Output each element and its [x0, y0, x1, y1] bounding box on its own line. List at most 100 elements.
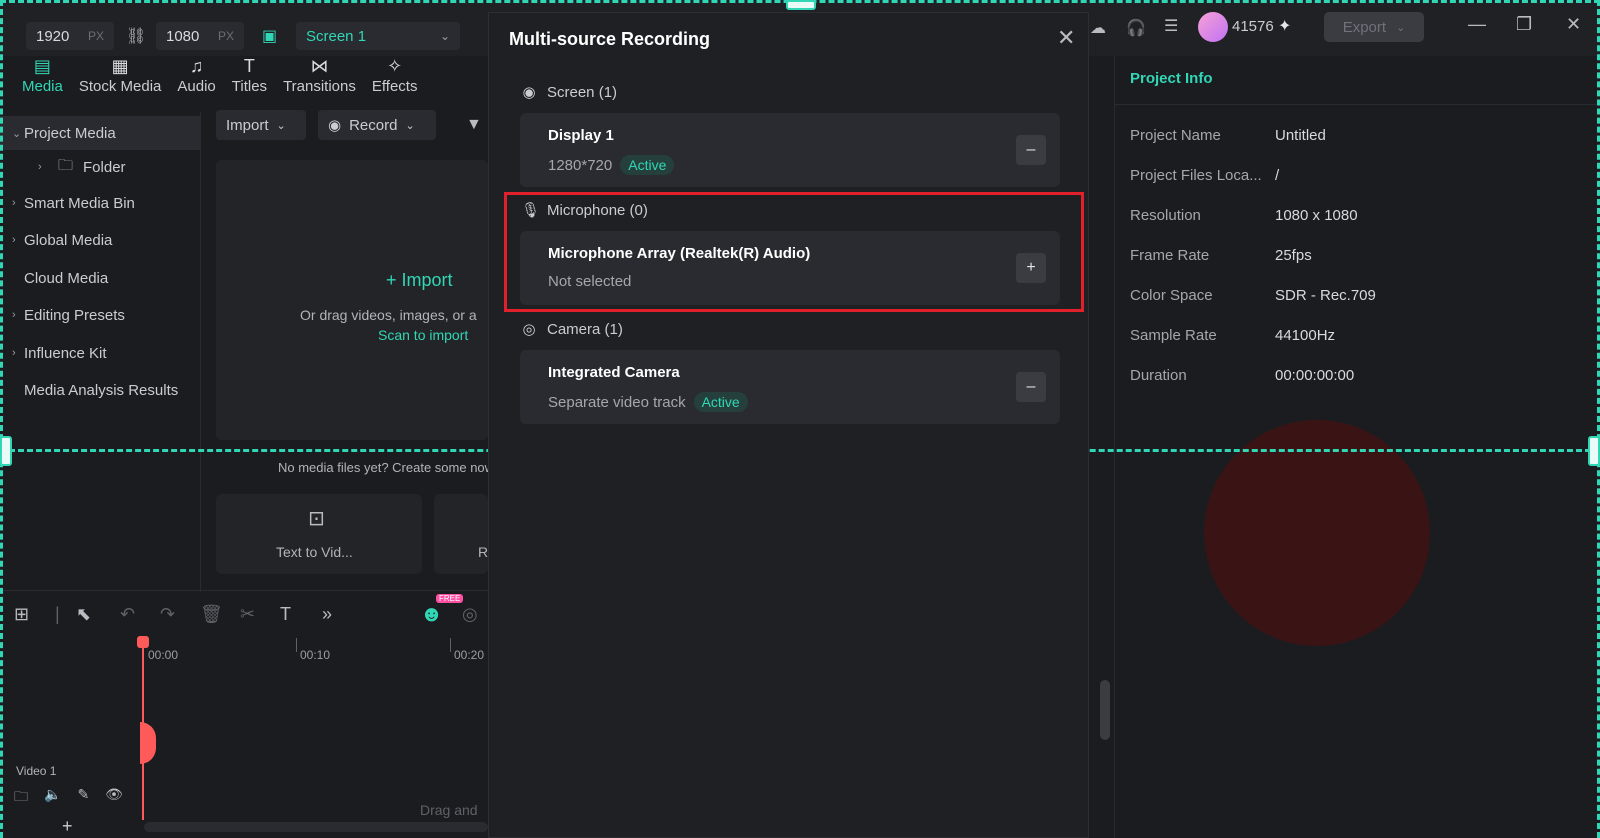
wand-icon[interactable]: ✎	[77, 786, 89, 810]
eye-icon[interactable]: 👁	[105, 786, 123, 810]
chevron-right-icon: ›	[12, 197, 16, 209]
tab-transitions[interactable]: ⋈ Transitions	[275, 56, 364, 100]
sidebar-item-label: Global Media	[24, 231, 113, 249]
camera-details: Separate video track Active	[548, 392, 748, 412]
dialog-title: Multi-source Recording	[509, 29, 711, 49]
tab-label: Media	[22, 78, 63, 95]
recording-frame-left	[0, 0, 3, 838]
playhead-handle[interactable]	[137, 636, 149, 648]
second-card[interactable]: R	[434, 494, 488, 574]
frame-handle-right[interactable]	[1588, 436, 1600, 466]
restore-icon[interactable]: ❐	[1516, 14, 1532, 35]
remove-camera-button[interactable]: –	[1016, 372, 1046, 402]
free-badge: FREE	[436, 594, 464, 603]
cloud-icon[interactable]: ☁	[1090, 18, 1106, 38]
ruler-label: 00:10	[300, 648, 331, 662]
chevron-down-icon: ⌄	[405, 119, 415, 132]
scissors-icon[interactable]: ✂	[240, 604, 255, 625]
layout-icon[interactable]: ▣	[262, 26, 277, 46]
section-label: Screen (1)	[547, 83, 618, 101]
tab-effects[interactable]: ✧ Effects	[364, 56, 426, 100]
record-icon: ◉	[328, 117, 342, 134]
undo-icon[interactable]: ↶	[120, 604, 135, 625]
stock-media-icon: ▦	[111, 56, 129, 76]
playhead-marker[interactable]	[140, 722, 156, 764]
resolution-value: 1080 x 1080	[1275, 207, 1358, 224]
tab-titles[interactable]: T Titles	[224, 56, 275, 100]
link-icon[interactable]: ⛓	[126, 26, 146, 46]
folder-icon[interactable]: 🗀	[14, 786, 28, 810]
tab-media[interactable]: ▤ Media	[14, 56, 71, 100]
track-label: Video 1	[16, 764, 57, 778]
export-label: Export	[1342, 18, 1387, 36]
sample-rate-label: Sample Rate	[1130, 327, 1217, 344]
folder-icon: 🗀	[58, 156, 74, 174]
delete-icon[interactable]: 🗑	[200, 604, 223, 625]
plus-icon: +	[386, 270, 397, 290]
add-track-icon[interactable]: +	[62, 816, 73, 837]
import-drop-area[interactable]	[216, 160, 488, 440]
track-controls: 🗀 🔈 ✎ 👁	[14, 786, 123, 810]
sidebar-item-folder[interactable]: › 🗀 Folder	[0, 150, 200, 184]
text-tool-icon[interactable]: T	[280, 604, 291, 625]
width-unit: PX	[87, 29, 104, 43]
transition-icon: ⋈	[310, 56, 329, 76]
menu-icon[interactable]: ☰	[1164, 16, 1178, 36]
speed-icon[interactable]: ◎	[462, 604, 478, 625]
tab-label: Stock Media	[78, 78, 162, 95]
close-icon[interactable]: ✕	[1057, 27, 1075, 49]
tab-label: Titles	[231, 78, 268, 95]
screen-select-value: Screen 1	[306, 27, 367, 45]
ai-robot-icon[interactable]: ☻	[420, 601, 443, 627]
headset-icon[interactable]: 🎧	[1126, 18, 1146, 38]
speaker-icon[interactable]: 🔈	[44, 786, 61, 810]
duration-value: 00:00:00:00	[1275, 367, 1355, 384]
import-button[interactable]: Import ⌄	[216, 110, 306, 140]
avatar[interactable]	[1198, 12, 1228, 42]
close-window-icon[interactable]: ✕	[1566, 14, 1581, 35]
sidebar-item-influence-kit[interactable]: › Influence Kit	[0, 336, 200, 370]
more-icon[interactable]: »	[322, 604, 332, 625]
ruler-label: 00:00	[148, 648, 179, 662]
color-space-label: Color Space	[1130, 287, 1213, 304]
tab-stock-media[interactable]: ▦ Stock Media	[71, 56, 170, 100]
vertical-scrollbar[interactable]	[1100, 680, 1110, 740]
sidebar-item-global-media[interactable]: › Global Media	[0, 223, 200, 257]
sidebar-item-cloud-media[interactable]: Cloud Media	[0, 261, 200, 295]
section-label: Camera (1)	[547, 320, 623, 338]
sidebar-item-label: Smart Media Bin	[24, 194, 135, 212]
tab-label: Audio	[177, 78, 216, 95]
sidebar-item-project-media[interactable]: ⌄ Project Media	[0, 116, 200, 150]
height-input[interactable]: 1080 PX	[156, 22, 244, 50]
sidebar-item-editing-presets[interactable]: › Editing Presets	[0, 298, 200, 332]
display-resolution: 1280*720	[548, 156, 613, 174]
scan-to-import-link[interactable]: Scan to import	[378, 327, 468, 343]
tab-audio[interactable]: ♫ Audio	[169, 56, 223, 100]
card-label: Text to Vid...	[276, 544, 353, 560]
pin-icon[interactable]: ▼	[466, 116, 482, 134]
remove-display-button[interactable]: –	[1016, 135, 1046, 165]
timeline-scrollbar[interactable]	[144, 822, 488, 832]
minimize-icon[interactable]: —	[1468, 14, 1486, 35]
ruler-label: 00:20	[454, 648, 485, 662]
camera-track-mode: Separate video track	[548, 393, 686, 411]
camera-section-header: ◎ Camera (1)	[521, 320, 623, 339]
import-label: Import	[226, 116, 269, 134]
webcam-icon: ◎	[522, 321, 536, 338]
sidebar-item-media-analysis[interactable]: Media Analysis Results	[0, 373, 200, 407]
frame-handle-left[interactable]	[0, 436, 12, 466]
sidebar-item-smart-media-bin[interactable]: › Smart Media Bin	[0, 186, 200, 220]
card-label: R	[478, 544, 489, 560]
record-button[interactable]: ◉ Record ⌄	[318, 110, 436, 140]
import-big-button[interactable]: + Import	[386, 270, 453, 291]
microphone-highlight-box	[504, 192, 1084, 312]
grid-icon[interactable]: ⊞	[14, 604, 29, 625]
text-to-video-card[interactable]: ⊡ Text to Vid...	[216, 494, 422, 574]
ruler-tick	[296, 638, 297, 652]
screen-select[interactable]: Screen 1 ⌄	[296, 22, 460, 50]
redo-icon[interactable]: ↷	[160, 604, 175, 625]
export-button[interactable]: Export ⌄	[1324, 12, 1424, 42]
frame-handle-top[interactable]	[786, 0, 816, 10]
select-tool-icon[interactable]: ⬉	[76, 604, 91, 625]
width-input[interactable]: 1920 PX	[26, 22, 114, 50]
